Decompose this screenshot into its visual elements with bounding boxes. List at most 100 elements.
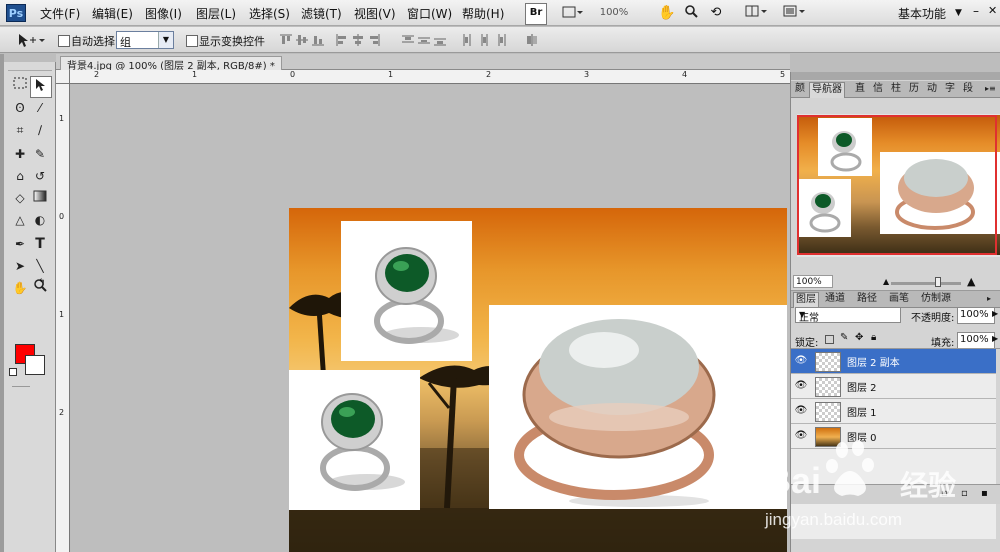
vertical-ruler[interactable]: 1 0 1 2 (56, 84, 70, 552)
auto-align-icon[interactable] (526, 34, 538, 46)
tool-preset-picker[interactable] (16, 31, 48, 49)
line-shape-icon[interactable]: ╲ (30, 256, 50, 276)
distribute-top-icon[interactable] (402, 34, 414, 46)
blend-mode-dropdown[interactable]: 正常 ▼ (795, 307, 901, 324)
workspace-chevron-icon[interactable]: ▼ (955, 8, 962, 18)
close-button[interactable]: ✕ (988, 4, 997, 17)
hand-icon[interactable]: ✋ (656, 3, 678, 25)
tab-info[interactable]: 信 (871, 82, 885, 97)
layer-2-copy-photo[interactable] (489, 305, 787, 509)
zoom-level-display[interactable]: 100% (596, 3, 632, 25)
crop-icon[interactable]: ⌗ (10, 120, 30, 140)
distribute-bottom-icon[interactable] (434, 34, 446, 46)
layer-2-photo[interactable] (341, 221, 472, 361)
arrange-documents-icon[interactable] (742, 3, 772, 25)
magic-wand-icon[interactable]: ⁄ (30, 98, 50, 118)
bridge-button[interactable]: Br (525, 3, 547, 25)
zoom-out-icon[interactable]: ▲ (883, 277, 889, 286)
pen-icon[interactable]: ✒ (10, 234, 30, 254)
navigator-zoom-slider[interactable] (891, 282, 961, 285)
menu-file[interactable]: 文件(F) (40, 5, 80, 22)
dock-header[interactable] (791, 72, 1000, 80)
distribute-right-icon[interactable] (494, 34, 506, 46)
tab-character[interactable]: 字 (943, 82, 957, 97)
lasso-icon[interactable]: ʘ (10, 98, 30, 118)
ruler-origin[interactable] (56, 70, 70, 84)
tab-clone-source[interactable]: 仿制源 (919, 292, 953, 307)
tab-layers[interactable]: 图层 (793, 292, 819, 308)
view-extras-icon[interactable] (556, 3, 588, 25)
horizontal-ruler[interactable]: 2 1 0 1 2 3 4 5 (70, 70, 790, 84)
type-icon[interactable]: T (30, 234, 50, 254)
marquee-icon[interactable] (10, 76, 30, 96)
align-hcenter-icon[interactable] (352, 34, 364, 46)
distribute-left-icon[interactable] (462, 34, 474, 46)
show-transform-checkbox[interactable] (186, 35, 198, 47)
opacity-slider-icon[interactable]: ▶ (992, 309, 998, 318)
lock-icon[interactable]: 🔒︎ (871, 332, 876, 343)
tab-history[interactable]: 历 (907, 82, 921, 97)
tab-paths[interactable]: 路径 (855, 292, 879, 307)
align-bottom-icon[interactable] (312, 34, 324, 46)
tab-histogram[interactable]: 直 (853, 82, 867, 97)
path-select-icon[interactable]: ➤ (10, 256, 30, 276)
menu-layer[interactable]: 图层(L) (196, 5, 236, 22)
align-right-icon[interactable] (368, 34, 380, 46)
distribute-vcenter-icon[interactable] (418, 34, 430, 46)
layer-row[interactable]: 👁︎ 图层 1 (791, 399, 996, 424)
menu-edit[interactable]: 编辑(E) (92, 5, 133, 22)
navigator-view-box[interactable] (797, 115, 997, 255)
document-canvas[interactable] (289, 208, 787, 552)
brush-icon[interactable]: ✎ (30, 144, 50, 164)
tab-color[interactable]: 颜 (793, 82, 807, 97)
menu-view[interactable]: 视图(V) (354, 5, 396, 22)
auto-select-dropdown[interactable]: 组 ▼ (116, 31, 174, 49)
tab-navigator[interactable]: 导航器 (809, 82, 845, 98)
layer-row[interactable]: 👁︎ 图层 2 (791, 374, 996, 399)
swap-colors-icon[interactable]: ↰ (38, 278, 48, 288)
workspace-switcher[interactable]: 基本功能 (898, 5, 946, 22)
menu-image[interactable]: 图像(I) (145, 5, 182, 22)
dodge-icon[interactable]: ◐ (30, 210, 50, 230)
zoom-slider-thumb[interactable] (935, 277, 941, 287)
hand-tool-icon[interactable]: ✋ (10, 278, 30, 298)
layers-menu-icon[interactable]: ▸ (985, 292, 993, 307)
align-top-icon[interactable] (280, 34, 292, 46)
panel-menu-icon[interactable]: ▸≡ (983, 82, 998, 97)
zoom-in-icon[interactable]: ▲ (967, 275, 975, 288)
tab-brush[interactable]: 画笔 (887, 292, 911, 307)
distribute-hcenter-icon[interactable] (478, 34, 490, 46)
quick-mask-icon[interactable] (12, 386, 30, 394)
tab-paragraph[interactable]: 段 (961, 82, 975, 97)
auto-select-checkbox[interactable] (58, 35, 70, 47)
align-vcenter-icon[interactable] (296, 34, 308, 46)
fill-field[interactable]: 100% (957, 332, 995, 349)
history-brush-icon[interactable]: ↺ (30, 166, 50, 186)
eye-icon[interactable]: 👁︎ (794, 354, 808, 368)
gradient-icon[interactable] (30, 188, 50, 208)
navigator-zoom-field[interactable]: 100% (793, 275, 833, 288)
tab-brushes[interactable]: 柱 (889, 82, 903, 97)
default-colors-icon[interactable] (9, 368, 17, 376)
background-color-swatch[interactable] (25, 355, 45, 375)
eyedropper-icon[interactable]: ∕ (30, 120, 50, 140)
screen-mode-icon[interactable] (780, 3, 810, 25)
opacity-field[interactable]: 100% (957, 307, 995, 324)
menu-filter[interactable]: 滤镜(T) (301, 5, 342, 22)
menu-help[interactable]: 帮助(H) (462, 5, 504, 22)
minimize-button[interactable]: – (973, 4, 979, 18)
layer-1-photo[interactable] (289, 370, 420, 510)
layer-row[interactable]: 👁︎ 图层 2 副本 (791, 349, 996, 374)
tab-channels[interactable]: 通道 (823, 292, 847, 307)
eraser-icon[interactable]: ◇ (10, 188, 30, 208)
move-tool-icon[interactable] (30, 76, 52, 98)
zoom-icon[interactable] (680, 3, 702, 25)
healing-brush-icon[interactable]: ✚ (10, 144, 30, 164)
fill-slider-icon[interactable]: ▶ (992, 334, 998, 343)
lock-transparency-icon[interactable] (825, 335, 834, 344)
align-left-icon[interactable] (336, 34, 348, 46)
eye-icon[interactable]: 👁︎ (794, 404, 808, 418)
lock-position-icon[interactable]: ✥ (855, 332, 863, 343)
blur-icon[interactable]: △ (10, 210, 30, 230)
menu-select[interactable]: 选择(S) (249, 5, 290, 22)
